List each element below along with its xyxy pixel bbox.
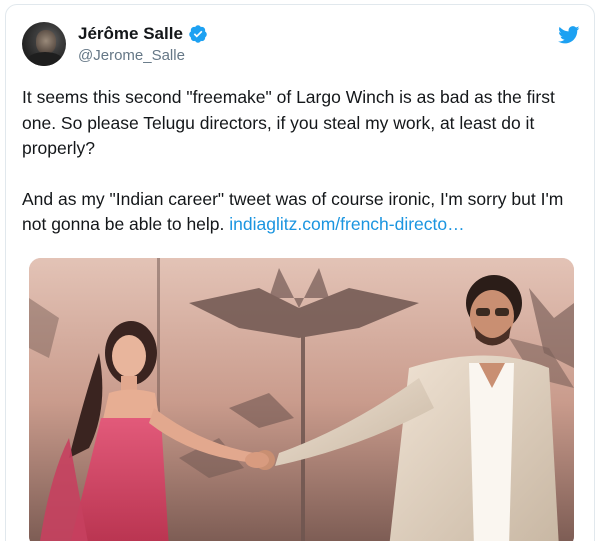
tweet-paragraph-2: And as my "Indian career" tweet was of c… bbox=[22, 187, 582, 238]
twitter-bird-icon[interactable] bbox=[558, 26, 580, 44]
author-handle[interactable]: @Jerome_Salle bbox=[78, 45, 208, 67]
movie-poster-image bbox=[29, 258, 574, 541]
verified-badge-icon bbox=[189, 25, 207, 43]
tweet-media-image[interactable] bbox=[29, 258, 574, 541]
tweet-paragraph-1: It seems this second "freemake" of Largo… bbox=[22, 87, 555, 158]
avatar-face bbox=[36, 30, 56, 54]
avatar[interactable] bbox=[22, 22, 66, 66]
author-display-name[interactable]: Jérôme Salle bbox=[78, 24, 183, 44]
author-block[interactable]: Jérôme Salle @Jerome_Salle bbox=[78, 24, 208, 67]
avatar-shoulders bbox=[26, 52, 64, 66]
author-name-row[interactable]: Jérôme Salle bbox=[78, 24, 208, 44]
tweet-text: It seems this second "freemake" of Largo… bbox=[22, 85, 582, 238]
tweet-link[interactable]: indiaglitz.com/french-directo… bbox=[229, 214, 464, 234]
tweet-header: Jérôme Salle @Jerome_Salle bbox=[22, 22, 582, 74]
